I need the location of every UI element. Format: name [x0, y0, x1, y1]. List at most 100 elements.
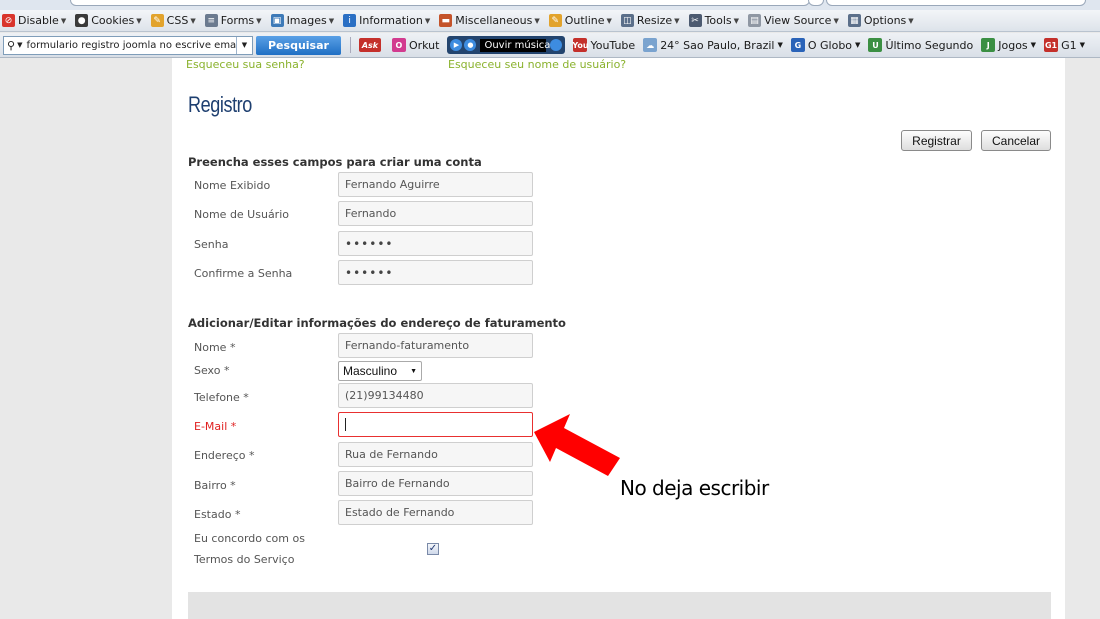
district-field[interactable]: Bairro de Fernando [338, 471, 533, 496]
toolbar-menu-resize[interactable]: ◫ Resize ▼ [620, 14, 680, 27]
display-name-field[interactable]: Fernando Aguirre [338, 172, 533, 197]
toolbar-menu-label: Cookies [91, 14, 135, 27]
toolbar-menu-forms[interactable]: ≡ Forms ▼ [204, 14, 262, 27]
globo-icon: G [790, 38, 805, 52]
page-footer [188, 592, 1051, 619]
ask-icon: Ask [358, 38, 381, 52]
games-icon: J [981, 38, 996, 52]
chevron-down-icon: ▼ [424, 16, 431, 25]
billing-section-heading: Adicionar/Editar informações do endereço… [188, 316, 566, 330]
tools-icon: ✂ [688, 14, 702, 27]
address-bar-fragment[interactable] [70, 0, 810, 6]
text-cursor [345, 418, 346, 431]
toolbar-link-5[interactable]: G1 G1 ▼ [1044, 38, 1085, 52]
search-input-value: formulario registro joomla no escrive em… [26, 39, 236, 51]
toolbar-menu-images[interactable]: ▣ Images ▼ [270, 14, 335, 27]
toolbar-menu-disable[interactable]: ⊘ Disable ▼ [2, 14, 66, 27]
toolbar-menu-information[interactable]: i Information ▼ [343, 14, 430, 27]
youtube-icon: You [572, 38, 589, 52]
toolbar-menu-css[interactable]: ✎ CSS ▼ [150, 14, 196, 27]
toolbar-menu-options[interactable]: ▦ Options ▼ [847, 14, 914, 27]
annotation-arrow [534, 414, 620, 476]
forgot-username-link[interactable]: Esqueceu seu nome de usuário? [448, 58, 626, 71]
toolbar-menu-label: Miscellaneous [455, 14, 533, 27]
district-label: Bairro * [194, 479, 236, 492]
chevron-down-icon: ▼ [190, 16, 196, 25]
phone-field[interactable]: (21)99134480 [338, 383, 533, 408]
register-button[interactable]: Registrar [901, 130, 972, 151]
search-toolbar: ⚲ ▼ formulario registro joomla no escriv… [0, 33, 1100, 58]
chevron-down-icon: ▼ [908, 16, 914, 25]
toolbar-link-label: Último Segundo [885, 38, 974, 52]
sex-label: Sexo * [194, 364, 230, 377]
password-label: Senha [194, 238, 229, 251]
chevron-down-icon: ▼ [60, 16, 67, 25]
chevron-down-icon: ▼ [855, 41, 861, 49]
ask-button[interactable]: Ask [358, 38, 384, 52]
g1-icon: G1 [1044, 38, 1059, 52]
state-label: Estado * [194, 508, 241, 521]
email-field[interactable] [338, 412, 533, 437]
account-section-heading: Preencha esses campos para criar uma con… [188, 155, 482, 169]
chevron-down-icon: ▼ [1079, 41, 1085, 49]
toolbar-link-label: O Globo [807, 38, 853, 52]
volume-icon[interactable]: ● [464, 39, 477, 51]
chevron-down-icon: ▼ [606, 16, 612, 25]
registration-page: Esqueceu sua senha? Esqueceu seu nome de… [172, 58, 1065, 619]
cancel-button[interactable]: Cancelar [981, 130, 1051, 151]
options-icon: ▦ [847, 14, 861, 27]
radio-dropdown-icon[interactable] [550, 39, 563, 51]
toolbar-menu-label: CSS [166, 14, 189, 27]
annotation-text: No deja escribir [620, 476, 769, 500]
toolbar-menu-outline[interactable]: ✎ Outline ▼ [548, 14, 612, 27]
search-button[interactable]: Pesquisar [256, 35, 341, 55]
toolbar-menu-miscellaneous[interactable]: ▬ Miscellaneous ▼ [439, 14, 540, 27]
chevron-down-icon: ▼ [256, 16, 262, 25]
toolbar-menu-view-source[interactable]: ▤ View Source ▼ [748, 14, 839, 27]
chevron-down-icon: ▼ [410, 367, 417, 375]
phone-label: Telefone * [194, 391, 249, 404]
address-field[interactable]: Rua de Fernando [338, 442, 533, 467]
toolbar-link-0[interactable]: You YouTube [572, 38, 636, 52]
toolbar-menu-label: Images [286, 14, 327, 27]
toolbar-link-4[interactable]: J Jogos ▼ [981, 38, 1036, 52]
radio-player[interactable]: ▶ ● Ouvir música [447, 36, 566, 54]
toolbar-menu-tools[interactable]: ✂ Tools ▼ [688, 14, 739, 27]
checkmark-icon: ✓ [428, 543, 438, 554]
news-icon: U [868, 38, 883, 52]
sex-select-value: Masculino [343, 364, 398, 378]
toolbar-menu-label: Options [863, 14, 907, 27]
billing-name-field[interactable]: Fernando-faturamento [338, 333, 533, 358]
weather-icon: ☁ [643, 38, 658, 52]
search-dropdown-button[interactable]: ▼ [236, 36, 252, 54]
sex-select[interactable]: Masculino ▼ [338, 361, 422, 381]
address-dropdown-fragment[interactable] [808, 0, 824, 6]
chevron-down-icon: ▼ [833, 16, 839, 25]
play-icon[interactable]: ▶ [450, 39, 463, 51]
box-icon: ▬ [439, 14, 453, 27]
pencil-icon: ✎ [548, 14, 562, 27]
toolbar-menu-cookies[interactable]: ● Cookies ▼ [75, 14, 142, 27]
toolbar-link-1[interactable]: ☁ 24° Sao Paulo, Brazil ▼ [643, 38, 783, 52]
toolbar-link-label: YouTube [590, 38, 636, 52]
confirm-password-field[interactable]: •••••• [338, 260, 533, 285]
username-label: Nome de Usuário [194, 208, 289, 221]
orkut-link[interactable]: O Orkut [391, 38, 439, 52]
password-field[interactable]: •••••• [338, 231, 533, 256]
toolbar-link-3[interactable]: U Último Segundo [868, 38, 973, 52]
search-bar-fragment[interactable] [826, 0, 1086, 6]
toolbar-menu-label: Resize [636, 14, 673, 27]
toolbar-link-label: 24° Sao Paulo, Brazil [660, 38, 775, 52]
document-icon: ▤ [748, 14, 762, 27]
search-icon: ⚲ [7, 38, 16, 52]
page-title: Registro [188, 92, 252, 117]
window-top-fragment [0, 0, 1100, 10]
state-field[interactable]: Estado de Fernando [338, 500, 533, 525]
toolbar-link-2[interactable]: GO Globo ▼ [790, 38, 861, 52]
chevron-down-icon: ▼ [534, 16, 540, 25]
toolbar-search-input[interactable]: ⚲ ▼ formulario registro joomla no escriv… [3, 35, 253, 55]
chevron-down-icon: ▼ [328, 16, 335, 25]
terms-checkbox[interactable]: ✓ [427, 543, 439, 555]
forgot-password-link[interactable]: Esqueceu sua senha? [186, 58, 305, 71]
username-field[interactable]: Fernando [338, 201, 533, 226]
